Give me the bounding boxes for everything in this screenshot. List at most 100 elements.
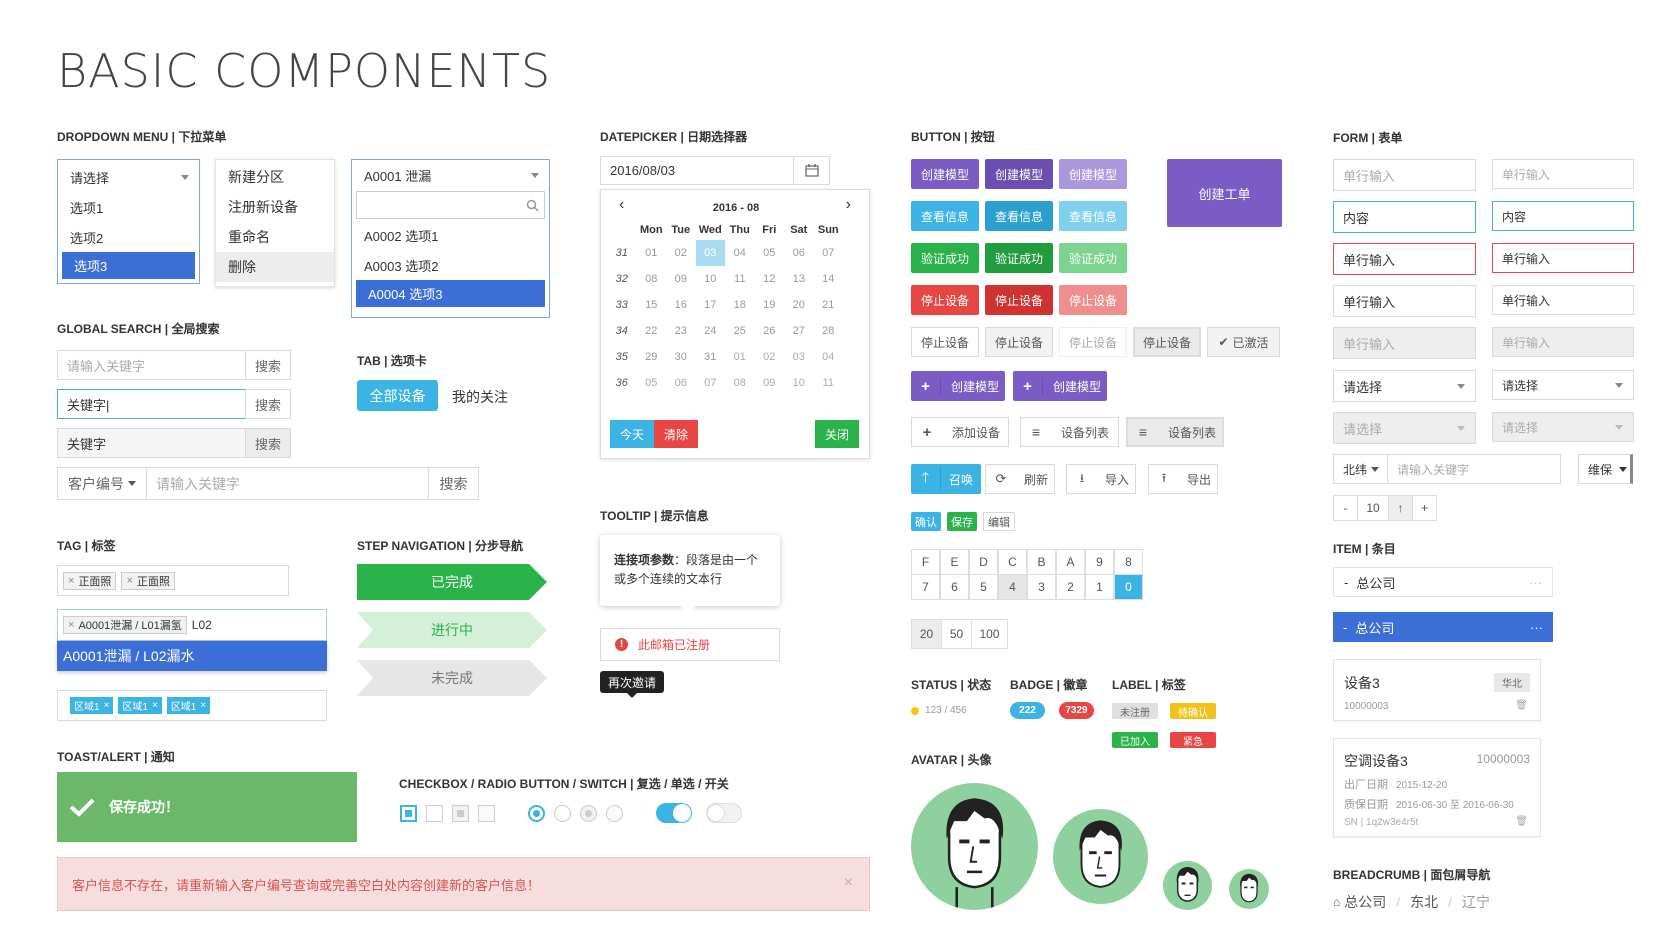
keypad-key-selected[interactable]: 0 bbox=[1114, 574, 1143, 600]
tab-all-devices[interactable]: 全部设备 bbox=[357, 380, 438, 411]
calendar-day[interactable]: 13 bbox=[784, 266, 814, 292]
calendar-day[interactable]: 12 bbox=[755, 266, 785, 292]
dropdown-3-search-input[interactable] bbox=[356, 191, 545, 219]
close-icon[interactable]: × bbox=[152, 700, 158, 711]
tab-my-follow[interactable]: 我的关注 bbox=[452, 387, 508, 407]
customer-number-dropdown[interactable]: 客户编号 bbox=[57, 467, 147, 500]
clear-button[interactable]: 清除 bbox=[654, 420, 698, 448]
stepper-value[interactable]: 10 bbox=[1357, 495, 1389, 521]
calendar-day[interactable]: 08 bbox=[637, 266, 667, 292]
device-list-button-active[interactable]: ≡ 设备列表 bbox=[1126, 417, 1224, 447]
verify-success-button-disabled[interactable]: 验证成功 bbox=[1059, 243, 1127, 273]
dropdown-3-option[interactable]: A0002 选项1 bbox=[352, 220, 549, 250]
dropdown-3-header[interactable]: A0001 泄漏 bbox=[352, 160, 549, 190]
keypad-key[interactable]: A bbox=[1056, 549, 1085, 575]
checkbox-disabled-checked[interactable] bbox=[452, 805, 469, 822]
item-row[interactable]: - 总公司 ··· bbox=[1333, 567, 1553, 597]
calendar-day[interactable]: 01 bbox=[725, 344, 755, 370]
calendar-day[interactable]: 02 bbox=[755, 344, 785, 370]
verify-success-button[interactable]: 验证成功 bbox=[911, 243, 979, 273]
search-button[interactable]: 搜索 bbox=[245, 350, 291, 380]
verify-success-button-hover[interactable]: 验证成功 bbox=[985, 243, 1053, 273]
create-model-button-hover[interactable]: 创建模型 bbox=[985, 159, 1053, 189]
form-select-disabled[interactable]: 请选择 bbox=[1333, 412, 1476, 444]
close-icon[interactable]: × bbox=[68, 619, 74, 631]
switch-off[interactable] bbox=[706, 803, 742, 823]
menu-item[interactable]: 注册新设备 bbox=[216, 192, 334, 222]
keypad-key[interactable]: 3 bbox=[1027, 574, 1056, 600]
stop-device-outline-disabled[interactable]: 停止设备 bbox=[1059, 327, 1127, 357]
close-icon[interactable]: × bbox=[104, 700, 110, 711]
view-info-button-hover[interactable]: 查看信息 bbox=[985, 201, 1053, 231]
keyword-input[interactable]: 请输入关键字 bbox=[1387, 454, 1561, 484]
close-icon[interactable]: × bbox=[126, 575, 132, 587]
stop-device-outline-active[interactable]: 停止设备 bbox=[1133, 327, 1201, 357]
menu-item[interactable]: 重命名 bbox=[216, 222, 334, 252]
chevron-right-icon[interactable]: › bbox=[846, 196, 851, 214]
page-size-option[interactable]: 50 bbox=[941, 619, 972, 649]
calendar-day[interactable]: 29 bbox=[637, 344, 667, 370]
page-size-option[interactable]: 100 bbox=[971, 619, 1008, 649]
tag-input-2[interactable]: × A0001泄漏 / L01漏氢 L02 bbox=[57, 609, 327, 641]
calendar-day[interactable]: 06 bbox=[666, 370, 696, 396]
create-model-icon-button-2[interactable]: + 创建模型 bbox=[1013, 371, 1107, 401]
calendar-day[interactable]: 15 bbox=[637, 292, 667, 318]
tag-chip-blue[interactable]: 区域1 × bbox=[118, 697, 162, 714]
calendar-day[interactable]: 30 bbox=[666, 344, 696, 370]
form-input-placeholder-sm[interactable]: 单行输入 bbox=[1492, 159, 1634, 189]
repair-select[interactable]: 维保 bbox=[1578, 454, 1633, 484]
form-input-error-sm[interactable]: 单行输入 bbox=[1492, 243, 1634, 273]
stop-device-outline-button[interactable]: 停止设备 bbox=[911, 327, 979, 357]
calendar-day[interactable]: 19 bbox=[755, 292, 785, 318]
dropdown-1-header[interactable]: 请选择 bbox=[58, 162, 199, 192]
tag-input-3[interactable]: 区域1 × 区域1 × 区域1 × bbox=[57, 690, 327, 721]
calendar-day[interactable]: 07 bbox=[814, 240, 844, 266]
keypad-key[interactable]: 7 bbox=[911, 574, 940, 600]
calendar-day[interactable]: 01 bbox=[637, 240, 667, 266]
error-input[interactable]: ! 此邮箱已注册 bbox=[600, 628, 780, 661]
keypad-key[interactable]: 2 bbox=[1056, 574, 1085, 600]
tag-chip-blue[interactable]: 区域1 × bbox=[70, 697, 114, 714]
calendar-day-selected[interactable]: 03 bbox=[695, 240, 725, 266]
keypad-key[interactable]: C bbox=[998, 549, 1027, 575]
form-input-disabled[interactable]: 单行输入 bbox=[1333, 327, 1476, 359]
calendar-day[interactable]: 09 bbox=[755, 370, 785, 396]
step-in-progress[interactable]: 进行中 bbox=[357, 612, 547, 648]
form-input[interactable]: 单行输入 bbox=[1333, 285, 1476, 317]
calendar-day[interactable]: 11 bbox=[814, 370, 844, 396]
page-size-option-active[interactable]: 20 bbox=[911, 619, 942, 649]
stepper-minus[interactable]: - bbox=[1333, 495, 1358, 521]
keypad-key[interactable]: B bbox=[1027, 549, 1056, 575]
keypad-key[interactable]: 6 bbox=[940, 574, 969, 600]
confirm-small-button[interactable]: 确认 bbox=[911, 512, 941, 531]
radio-unchecked[interactable] bbox=[554, 805, 571, 822]
calendar-day[interactable]: 10 bbox=[784, 370, 814, 396]
form-select-disabled-sm[interactable]: 请选择 bbox=[1492, 412, 1634, 442]
step-pending[interactable]: 未完成 bbox=[357, 660, 547, 696]
create-model-button[interactable]: 创建模型 bbox=[911, 159, 979, 189]
form-select[interactable]: 请选择 bbox=[1333, 370, 1476, 402]
item-row-selected[interactable]: - 总公司 ··· bbox=[1333, 612, 1553, 642]
calendar-day[interactable]: 22 bbox=[637, 318, 667, 344]
device-card[interactable]: 设备3 华北 10000003 🗑 bbox=[1333, 659, 1541, 721]
calendar-day[interactable]: 04 bbox=[725, 240, 755, 266]
calendar-day[interactable]: 17 bbox=[696, 292, 726, 318]
switch-on[interactable] bbox=[656, 803, 692, 823]
stop-device-button-hover[interactable]: 停止设备 bbox=[985, 285, 1053, 315]
create-order-button[interactable]: 创建工单 bbox=[1167, 159, 1282, 227]
calendar-day[interactable]: 24 bbox=[696, 318, 726, 344]
radio-disabled-checked[interactable] bbox=[580, 805, 597, 822]
calendar-day[interactable]: 23 bbox=[666, 318, 696, 344]
more-icon[interactable]: ··· bbox=[1529, 575, 1542, 590]
calendar-day[interactable]: 21 bbox=[814, 292, 844, 318]
import-button[interactable]: ⭳ 导入 bbox=[1066, 464, 1136, 494]
search-input-3[interactable]: 关键字 bbox=[57, 428, 246, 458]
calendar-day[interactable]: 27 bbox=[784, 318, 814, 344]
calendar-day[interactable]: 05 bbox=[637, 370, 667, 396]
activated-button[interactable]: ✔ 已激活 bbox=[1207, 327, 1280, 357]
form-input-focus-sm[interactable]: 内容 bbox=[1492, 201, 1634, 231]
breadcrumb-item[interactable]: 东北 bbox=[1410, 892, 1438, 912]
calendar-day[interactable]: 26 bbox=[755, 318, 785, 344]
dropdown-select-1[interactable]: 请选择 选项1 选项2 选项3 bbox=[57, 159, 200, 284]
keypad-key[interactable]: E bbox=[940, 549, 969, 575]
